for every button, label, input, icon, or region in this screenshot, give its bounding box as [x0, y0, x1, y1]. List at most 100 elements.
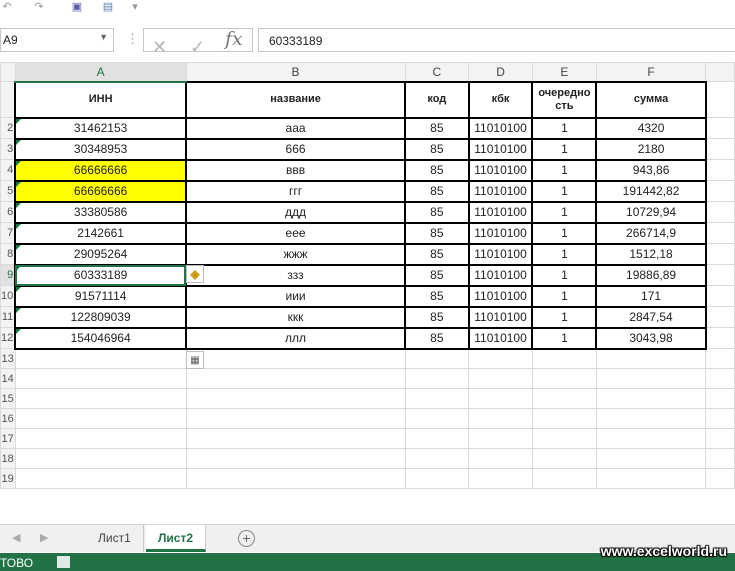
header-cell-inn[interactable]: ИНН	[14, 80, 187, 119]
empty-cell[interactable]	[468, 428, 533, 449]
empty-cell[interactable]	[705, 468, 735, 489]
cell-amount[interactable]: 1512,18	[595, 242, 707, 266]
cell-amount[interactable]: 2847,54	[595, 305, 707, 329]
insert-function-icon[interactable]: fx	[225, 28, 243, 50]
preview-icon[interactable]: ▤	[100, 0, 116, 13]
header-cell-kbk[interactable]: кбк	[467, 80, 534, 119]
cell-kbk[interactable]: 11010100	[467, 200, 534, 224]
enter-icon[interactable]: ✓	[190, 38, 205, 56]
row-header[interactable]: 2	[0, 117, 16, 139]
empty-cell[interactable]	[185, 448, 406, 469]
empty-cell[interactable]	[404, 368, 470, 389]
empty-cell[interactable]	[14, 388, 187, 409]
cell-kbk[interactable]: 11010100	[467, 284, 534, 308]
cell-code[interactable]: 85	[404, 179, 470, 203]
cell-amount[interactable]: 4320	[595, 116, 707, 140]
cell-name[interactable]: иии	[184, 284, 407, 308]
cell-inn[interactable]: 122809039	[14, 305, 187, 329]
empty-cell[interactable]	[404, 408, 470, 429]
splitter-dots-icon[interactable]: ⋮	[126, 31, 139, 47]
cell-name[interactable]: ккк	[184, 305, 407, 329]
empty-cell[interactable]	[705, 408, 735, 429]
empty-cell[interactable]	[705, 222, 735, 244]
cell-inn[interactable]: 31462153	[14, 116, 187, 140]
macro-record-icon[interactable]	[57, 556, 70, 568]
empty-cell[interactable]	[595, 348, 707, 369]
formula-input[interactable]: 60333189	[258, 28, 735, 52]
scroll-left-icon[interactable]: ◀	[12, 531, 20, 544]
row-header[interactable]: 4	[0, 159, 16, 181]
cell-priority[interactable]: 1	[531, 137, 598, 161]
empty-cell[interactable]	[705, 117, 735, 139]
empty-cell[interactable]	[185, 368, 406, 389]
empty-cell[interactable]	[595, 408, 707, 429]
empty-cell[interactable]	[705, 264, 735, 286]
empty-cell[interactable]	[185, 468, 406, 489]
empty-cell[interactable]	[705, 138, 735, 160]
tab-sheet1[interactable]: Лист1	[86, 525, 144, 552]
cell-amount[interactable]: 19886,89	[595, 263, 707, 287]
col-header-g[interactable]	[705, 62, 735, 82]
cell-name[interactable]: жжж	[184, 242, 407, 266]
cell-name[interactable]: 666	[184, 137, 407, 161]
row-header[interactable]: 10	[0, 285, 16, 307]
header-cell-priority[interactable]: очередно сть	[531, 80, 598, 119]
cell-inn[interactable]: 154046964	[14, 326, 187, 350]
cell-kbk[interactable]: 11010100	[467, 242, 534, 266]
empty-cell[interactable]	[468, 408, 533, 429]
worksheet-grid[interactable]: A B C D E F ИНН название код кбк очередн…	[0, 62, 735, 524]
cell-priority[interactable]: 1	[531, 221, 598, 245]
warning-icon[interactable]: ◈	[186, 265, 204, 283]
cell-kbk[interactable]: 11010100	[467, 221, 534, 245]
row-header-selected[interactable]: 9	[0, 264, 16, 286]
cell-inn-active[interactable]: 60333189	[14, 263, 187, 287]
empty-cell[interactable]	[404, 348, 470, 369]
row-header[interactable]: 17	[0, 428, 16, 449]
empty-cell[interactable]	[705, 448, 735, 469]
empty-cell[interactable]	[185, 388, 406, 409]
row-header[interactable]: 13	[0, 348, 16, 369]
cell-inn-highlighted[interactable]: 66666666	[14, 179, 187, 203]
empty-cell[interactable]	[531, 408, 597, 429]
redo-icon[interactable]: ↷	[32, 0, 46, 13]
row-header[interactable]: 11	[0, 306, 16, 328]
empty-cell[interactable]	[705, 81, 735, 118]
cell-amount[interactable]: 266714,9	[595, 221, 707, 245]
empty-cell[interactable]	[468, 388, 533, 409]
empty-cell[interactable]	[531, 388, 597, 409]
empty-cell[interactable]	[468, 368, 533, 389]
cell-priority[interactable]: 1	[531, 179, 598, 203]
cell-name[interactable]: ддд	[184, 200, 407, 224]
cell-code[interactable]: 85	[404, 263, 470, 287]
empty-cell[interactable]	[595, 448, 707, 469]
empty-cell[interactable]	[14, 428, 187, 449]
empty-cell[interactable]	[705, 243, 735, 265]
empty-cell[interactable]	[14, 448, 187, 469]
empty-cell[interactable]	[468, 348, 533, 369]
empty-cell[interactable]	[468, 468, 533, 489]
empty-cell[interactable]	[705, 428, 735, 449]
empty-cell[interactable]	[705, 180, 735, 202]
header-cell-code[interactable]: код	[404, 80, 470, 119]
row-header[interactable]: 12	[0, 327, 16, 349]
cell-amount[interactable]: 191442,82	[595, 179, 707, 203]
row-header[interactable]: 3	[0, 138, 16, 160]
empty-cell[interactable]	[705, 306, 735, 328]
empty-cell[interactable]	[14, 348, 187, 369]
empty-cell[interactable]	[595, 468, 707, 489]
cell-code[interactable]: 85	[404, 200, 470, 224]
cell-code[interactable]: 85	[404, 221, 470, 245]
empty-cell[interactable]	[705, 201, 735, 223]
name-box[interactable]: A9 ▼	[0, 28, 114, 52]
row-header[interactable]: 5	[0, 180, 16, 202]
row-header[interactable]: 14	[0, 368, 16, 389]
row-header[interactable]: 6	[0, 201, 16, 223]
paste-options-icon[interactable]: ▦	[186, 351, 204, 369]
col-header-d[interactable]: D	[468, 62, 533, 82]
cell-kbk[interactable]: 11010100	[467, 305, 534, 329]
cell-inn-highlighted[interactable]: 66666666	[14, 158, 187, 182]
col-header-b[interactable]: B	[185, 62, 406, 82]
empty-cell[interactable]	[705, 327, 735, 349]
cell-amount[interactable]: 171	[595, 284, 707, 308]
cell-kbk[interactable]: 11010100	[467, 158, 534, 182]
